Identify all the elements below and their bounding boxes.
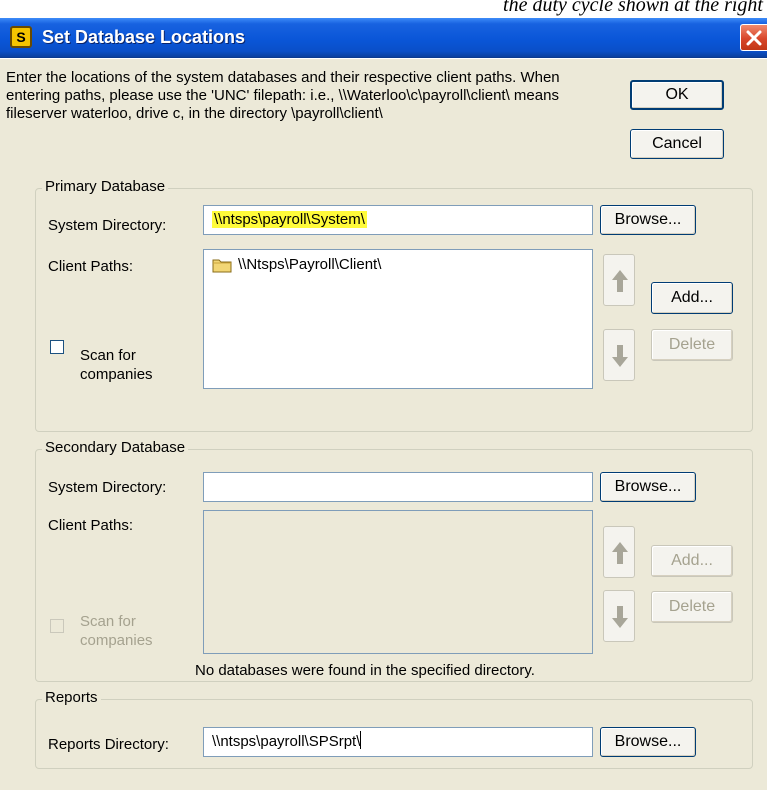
primary-client-paths-list[interactable]: \\Ntsps\Payroll\Client\ xyxy=(203,249,593,389)
secondary-move-down-button[interactable] xyxy=(603,590,635,642)
secondary-scan-label[interactable]: Scan for companies xyxy=(80,612,153,650)
primary-system-directory-input[interactable]: \\ntsps\payroll\System\ xyxy=(203,205,593,235)
primary-browse-button[interactable]: Browse... xyxy=(600,205,696,235)
dialog-body: Enter the locations of the system databa… xyxy=(0,59,767,790)
secondary-database-title: Secondary Database xyxy=(42,439,189,456)
primary-scan-checkbox[interactable] xyxy=(50,340,64,354)
client-path-text: \\Ntsps\Payroll\Client\ xyxy=(238,256,382,273)
arrow-up-icon xyxy=(612,270,628,292)
close-icon xyxy=(746,30,762,46)
primary-scan-label[interactable]: Scan for companies xyxy=(80,346,153,384)
reports-browse-button[interactable]: Browse... xyxy=(600,727,696,757)
no-databases-message: No databases were found in the specified… xyxy=(195,662,535,679)
window-title: Set Database Locations xyxy=(42,27,246,47)
secondary-browse-button[interactable]: Browse... xyxy=(600,472,696,502)
cancel-button[interactable]: Cancel xyxy=(630,129,724,159)
primary-client-paths-label: Client Paths: xyxy=(48,258,134,275)
secondary-delete-button[interactable]: Delete xyxy=(651,591,733,623)
secondary-add-button[interactable]: Add... xyxy=(651,545,733,577)
reports-directory-input[interactable]: \\ntsps\payroll\SPSrpt\ xyxy=(203,727,593,757)
secondary-scan-checkbox[interactable] xyxy=(50,619,64,633)
arrow-down-icon xyxy=(612,345,628,367)
primary-system-directory-label: System Directory: xyxy=(48,217,167,234)
text-cursor xyxy=(360,731,362,749)
instructions-text: Enter the locations of the system databa… xyxy=(6,69,560,122)
background-text: the duty cycle shown at the right xyxy=(503,0,763,16)
app-icon: S xyxy=(10,26,32,48)
primary-delete-button[interactable]: Delete xyxy=(651,329,733,361)
primary-move-down-button[interactable] xyxy=(603,329,635,381)
primary-system-directory-value: \\ntsps\payroll\System\ xyxy=(212,211,367,228)
title-bar[interactable]: S Set Database Locations xyxy=(0,18,767,58)
secondary-move-up-button[interactable] xyxy=(603,526,635,578)
ok-button[interactable]: OK xyxy=(630,80,724,110)
list-item[interactable]: \\Ntsps\Payroll\Client\ xyxy=(212,256,381,273)
arrow-down-icon xyxy=(612,606,628,628)
arrow-up-icon xyxy=(612,542,628,564)
primary-move-up-button[interactable] xyxy=(603,254,635,306)
primary-add-button[interactable]: Add... xyxy=(651,282,733,314)
secondary-system-directory-label: System Directory: xyxy=(48,479,167,496)
close-button[interactable] xyxy=(740,24,767,51)
secondary-client-paths-list xyxy=(203,510,593,654)
reports-directory-value: \\ntsps\payroll\SPSrpt\ xyxy=(212,733,361,750)
folder-icon xyxy=(212,259,232,272)
primary-database-title: Primary Database xyxy=(42,178,169,195)
secondary-system-directory-input[interactable] xyxy=(203,472,593,502)
reports-title: Reports xyxy=(42,689,101,706)
secondary-client-paths-label: Client Paths: xyxy=(48,517,134,534)
reports-directory-label: Reports Directory: xyxy=(48,736,169,753)
